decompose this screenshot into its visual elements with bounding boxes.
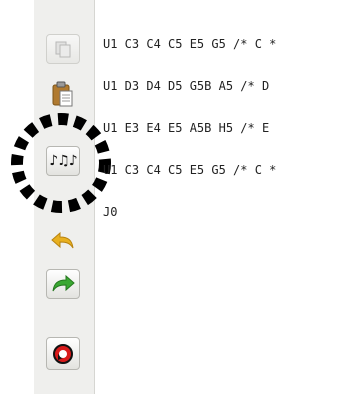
code-line: U1 C3 C4 C5 E5 G5 /* C * [103,37,277,51]
paste-button[interactable] [46,79,80,109]
redo-button[interactable] [46,269,80,299]
paste-icon [52,81,73,107]
undo-button[interactable] [46,226,80,256]
undo-arrow-icon [51,231,74,249]
music-notes-button[interactable]: ♪♫♪ [46,146,80,176]
code-line: U1 E3 E4 E5 A5B H5 /* E [103,121,270,135]
code-line: U1 C3 C4 C5 E5 G5 /* C * [103,163,277,177]
refresh-button[interactable] [46,337,80,370]
music-notes-icon: ♪♫♪ [49,153,77,169]
copy-icon [55,41,71,58]
code-line: J0 [103,205,118,219]
editor-toolbar: ♪♫♪ [34,0,95,394]
code-line: U1 D3 D4 D5 G5B A5 /* D [103,79,270,93]
redo-arrow-icon [52,274,75,292]
refresh-icon [53,343,73,364]
copy-button[interactable] [46,34,80,64]
code-editor[interactable]: U1 C3 C4 C5 E5 G5 /* C * U1 D3 D4 D5 G5B… [103,9,276,233]
